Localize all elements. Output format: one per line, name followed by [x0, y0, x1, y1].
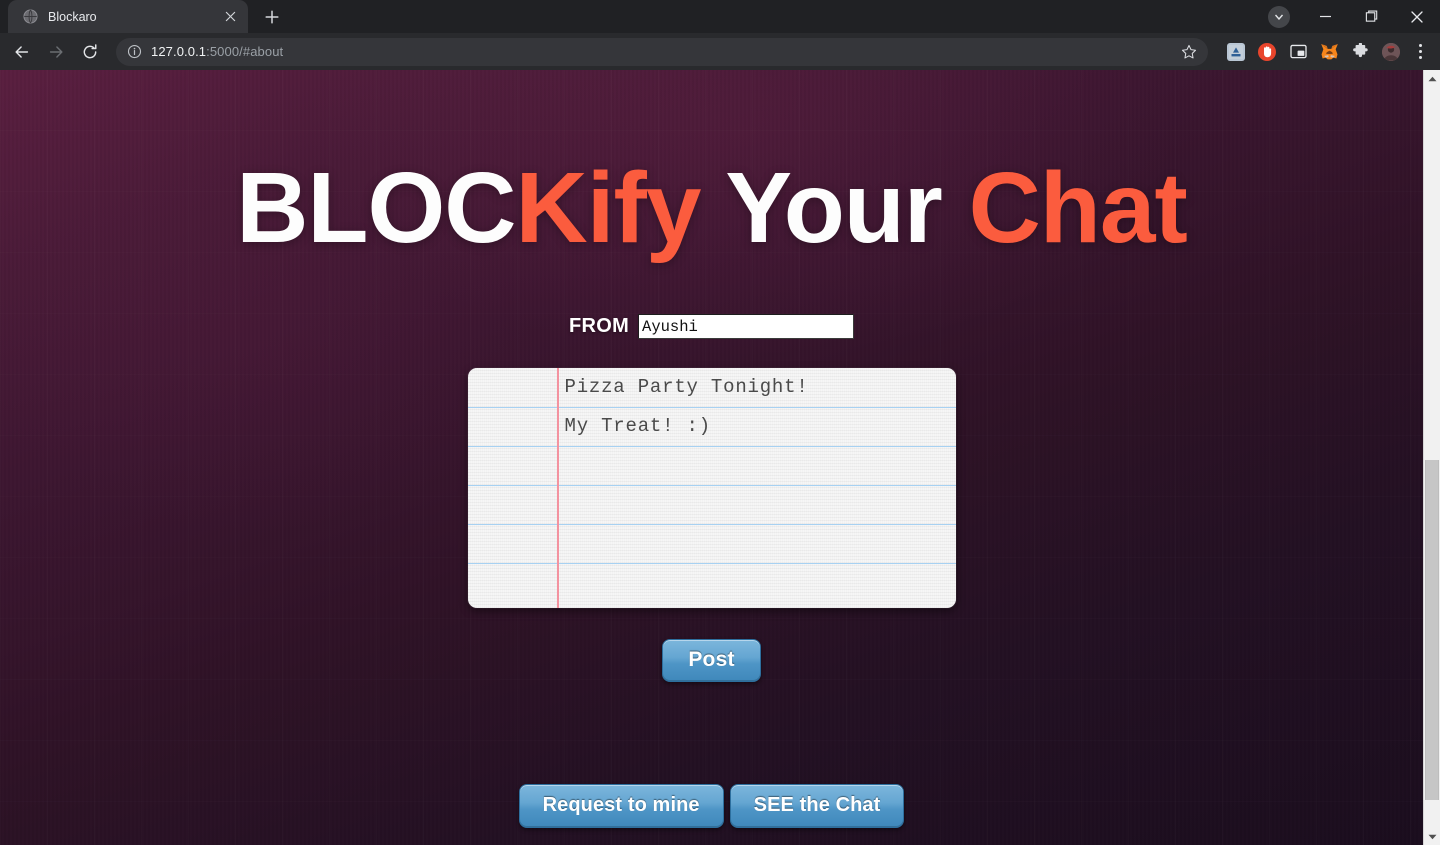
- info-circle-icon[interactable]: [126, 44, 142, 60]
- see-the-chat-button[interactable]: SEE the Chat: [729, 784, 905, 828]
- profile-chip-button[interactable]: [1256, 0, 1302, 33]
- notepad-text: Pizza Party Tonight! My Treat! :): [565, 368, 948, 563]
- caret-up-icon[interactable]: [1424, 70, 1440, 87]
- page-content: BLOCKify Your Chat FROM Ayushi Pizza Par…: [0, 70, 1423, 845]
- app-extension-icon[interactable]: [1222, 38, 1250, 66]
- new-tab-button[interactable]: [258, 3, 286, 31]
- tab-strip: Blockaro: [0, 0, 1440, 33]
- picture-in-picture-icon[interactable]: [1284, 38, 1312, 66]
- url-host: 127.0.0.1: [151, 44, 207, 59]
- request-to-mine-button[interactable]: Request to mine: [518, 784, 724, 828]
- browser-toolbar: 127.0.0.1:5000/#about: [0, 33, 1440, 70]
- hand-block-glyph: [1258, 42, 1276, 61]
- forward-button[interactable]: [40, 36, 72, 68]
- tab-title: Blockaro: [48, 9, 97, 24]
- url-path: :5000/#about: [206, 44, 284, 59]
- from-row: FROM: [0, 314, 1423, 339]
- blocker-extension-icon[interactable]: [1253, 38, 1281, 66]
- caret-down-icon[interactable]: [1424, 828, 1440, 845]
- minimize-button[interactable]: [1302, 0, 1348, 33]
- note-line-4: [565, 485, 948, 524]
- star-icon[interactable]: [1176, 39, 1202, 65]
- browser-window: Blockaro 127.0.0.1:5000/#about BLOCKify …: [0, 0, 1440, 845]
- post-button[interactable]: Post: [662, 639, 761, 682]
- metamask-fox-icon[interactable]: [1315, 38, 1343, 66]
- footer-button-bar: Request to mine SEE the Chat: [0, 784, 1423, 828]
- note-line-1: Pizza Party Tonight!: [564, 376, 809, 398]
- rule-line: [467, 563, 956, 565]
- app-extension-glyph: [1227, 42, 1245, 61]
- page-scrollbar[interactable]: [1423, 70, 1440, 845]
- back-button[interactable]: [6, 36, 38, 68]
- title-part-kify: Kify: [515, 152, 702, 264]
- browser-tab[interactable]: Blockaro: [8, 0, 248, 33]
- window-controls: [1256, 0, 1440, 33]
- profile-avatar-icon[interactable]: [1377, 38, 1405, 66]
- extensions-puzzle-icon[interactable]: [1346, 38, 1374, 66]
- note-line-2: My Treat! :): [564, 415, 711, 437]
- message-notepad[interactable]: Pizza Party Tonight! My Treat! :): [467, 368, 956, 608]
- extension-icons: [1218, 38, 1432, 66]
- reload-button[interactable]: [74, 36, 106, 68]
- globe-icon: [22, 9, 38, 25]
- note-line-3: [565, 446, 948, 485]
- avatar: [1382, 42, 1400, 61]
- close-icon[interactable]: [222, 9, 238, 25]
- margin-line: [556, 368, 559, 608]
- from-input[interactable]: [638, 314, 855, 339]
- note-line-5: [565, 524, 948, 563]
- caret-down-circle-icon: [1268, 5, 1290, 28]
- url-text: 127.0.0.1:5000/#about: [151, 44, 1167, 59]
- scrollbar-thumb[interactable]: [1425, 460, 1439, 800]
- three-dot-menu-icon[interactable]: [1408, 38, 1432, 66]
- notepad-wrapper: Pizza Party Tonight! My Treat! :): [467, 368, 956, 608]
- title-part-your: Your: [700, 152, 969, 264]
- close-button[interactable]: [1394, 0, 1440, 33]
- address-bar[interactable]: 127.0.0.1:5000/#about: [116, 37, 1208, 66]
- web-page: BLOCKify Your Chat FROM Ayushi Pizza Par…: [0, 70, 1423, 845]
- page-title: BLOCKify Your Chat: [0, 158, 1423, 258]
- title-part-bloc: BLOC: [236, 152, 516, 264]
- maximize-button[interactable]: [1348, 0, 1394, 33]
- page-viewport: BLOCKify Your Chat FROM Ayushi Pizza Par…: [0, 70, 1440, 845]
- title-part-chat: Chat: [968, 152, 1188, 264]
- from-label: FROM: [568, 315, 630, 337]
